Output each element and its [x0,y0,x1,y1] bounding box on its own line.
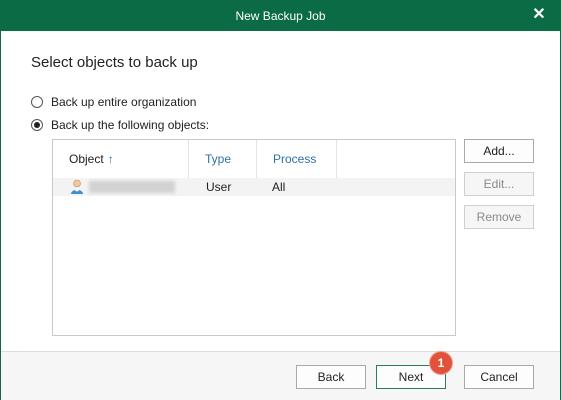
title-bar: New Backup Job ✕ [1,1,560,31]
close-icon[interactable]: ✕ [530,6,548,24]
edit-button[interactable]: Edit... [464,172,534,196]
radio-entire-organization[interactable]: Back up entire organization [31,94,196,110]
objects-table: Object ↑ Type Process User All [52,139,456,336]
radio-button-checked[interactable] [31,119,43,131]
column-header-type[interactable]: Type [189,140,257,178]
user-icon [71,179,83,194]
table-row[interactable]: User All [53,178,455,196]
window-title: New Backup Job [235,9,326,23]
table-header: Object ↑ Type Process [53,140,455,179]
new-backup-job-dialog: New Backup Job ✕ Select objects to back … [0,0,561,400]
radio-following-objects[interactable]: Back up the following objects: [31,117,209,133]
object-name-redacted [89,181,175,193]
radio-button-unchecked[interactable] [31,96,43,108]
remove-button[interactable]: Remove [464,205,534,229]
column-header-object[interactable]: Object ↑ [53,140,189,178]
column-header-object-label: Object [69,152,104,166]
step-number-badge: 1 [430,352,452,374]
column-header-process[interactable]: Process [257,140,337,178]
radio-label-following-objects: Back up the following objects: [51,118,210,132]
back-button[interactable]: Back [296,365,366,389]
radio-label-entire-organization: Back up entire organization [51,95,197,109]
cell-process: All [272,180,286,194]
cancel-button[interactable]: Cancel [464,365,534,389]
cell-type: User [206,180,232,194]
page-title: Select objects to back up [31,54,198,71]
add-button[interactable]: Add... [464,139,534,163]
sort-ascending-icon: ↑ [107,152,114,166]
